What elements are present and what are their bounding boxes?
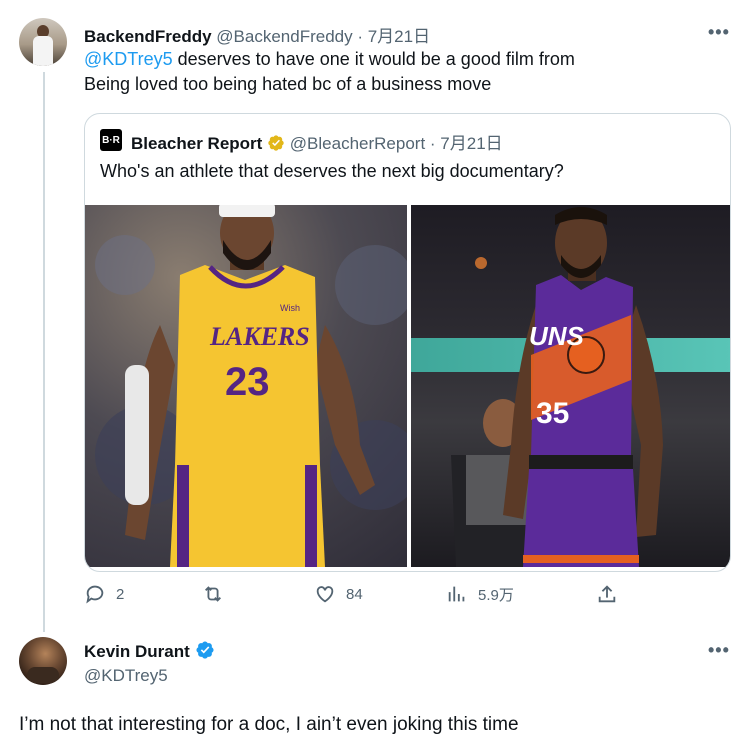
author-name[interactable]: BackendFreddy <box>84 27 212 46</box>
reply-icon <box>86 585 104 604</box>
reply-button[interactable]: 2 <box>84 583 124 605</box>
retweet-button[interactable] <box>202 583 234 605</box>
share-button[interactable] <box>596 583 618 605</box>
tweet-header: Kevin Durant <box>84 640 215 662</box>
author-handle[interactable]: @KDTrey5 <box>84 666 168 686</box>
more-options-icon[interactable]: ••• <box>708 640 730 661</box>
like-button[interactable]: 84 <box>314 583 363 605</box>
suns-player-illustration: UNS 35 <box>451 207 663 567</box>
tweet-date[interactable]: · 7月21日 <box>430 134 503 153</box>
main-tweet-text: I’m not that interesting for a doc, I ai… <box>19 714 519 735</box>
reply-count: 2 <box>116 585 125 603</box>
tweet-image-lakers-player[interactable]: LAKERS 23 Wish <box>85 205 407 567</box>
jersey-number-text: 35 <box>536 397 569 430</box>
quoted-tweet-header: Bleacher Report @BleacherReport · 7月21日 <box>131 129 503 154</box>
mention-link[interactable]: @KDTrey5 <box>84 49 173 69</box>
tweet-header: BackendFreddy @BackendFreddy · 7月21日 <box>84 22 430 47</box>
quoted-tweet-text: Who's an athlete that deserves the next … <box>100 161 564 181</box>
share-icon <box>598 585 616 603</box>
tweet-image-suns-player[interactable]: UNS 35 <box>411 205 730 567</box>
tweet-body: @KDTrey5 deserves to have one it would b… <box>84 47 575 97</box>
verified-gold-icon <box>268 135 284 151</box>
jersey-sponsor-text: Wish <box>280 303 300 313</box>
jersey-team-text: UNS <box>529 321 585 351</box>
author-name[interactable]: Kevin Durant <box>84 642 190 661</box>
tweet-date[interactable]: · 7月21日 <box>357 27 430 46</box>
more-options-icon[interactable]: ••• <box>708 22 730 43</box>
author-name[interactable]: Bleacher Report <box>131 134 262 153</box>
tweet-action-bar: 2 84 5.9万 <box>84 583 624 609</box>
heart-icon <box>316 586 334 603</box>
retweet-icon <box>205 586 221 602</box>
author-handle[interactable]: @BleacherReport <box>290 134 425 153</box>
bleacher-report-logo[interactable]: B·R <box>100 129 122 151</box>
thread-connector-line <box>43 72 45 632</box>
jersey-number-text: 23 <box>225 360 270 404</box>
avatar[interactable] <box>19 18 67 66</box>
tweet-text-line: deserves to have one it would be a good … <box>172 49 575 69</box>
quoted-tweet-card[interactable]: B·R Bleacher Report @BleacherReport · 7月… <box>84 113 731 572</box>
views-button[interactable]: 5.9万 <box>446 583 514 605</box>
views-chart-icon <box>448 586 465 602</box>
lakers-player-illustration: LAKERS 23 Wish <box>95 205 407 567</box>
author-handle[interactable]: @BackendFreddy <box>216 27 352 46</box>
verified-blue-icon <box>195 641 214 659</box>
avatar[interactable] <box>19 637 67 685</box>
view-count: 5.9万 <box>478 586 514 604</box>
jersey-team-text: LAKERS <box>209 322 310 351</box>
tweet-text-line: Being loved too being hated bc of a busi… <box>84 74 492 94</box>
like-count: 84 <box>346 585 363 603</box>
